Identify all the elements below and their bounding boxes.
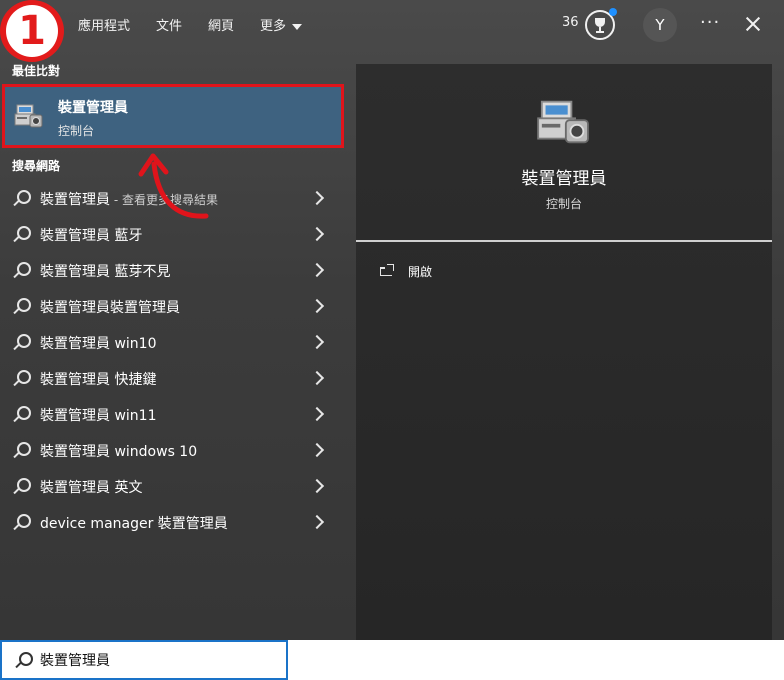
chevron-right-icon: [309, 334, 325, 350]
open-action[interactable]: 開啟: [356, 256, 772, 286]
best-match-name: 裝置管理員: [58, 100, 128, 116]
close-icon[interactable]: [742, 11, 764, 37]
web-result-item[interactable]: 裝置管理員裝置管理員: [0, 288, 344, 324]
top-bar: 1 應用程式 文件 網頁 更多 36 Y ···: [0, 0, 784, 62]
chevron-right-icon: [309, 478, 325, 494]
search-icon: [12, 334, 31, 352]
search-icon: [12, 478, 31, 496]
web-result-label: 裝置管理員: [40, 192, 110, 208]
web-search-heading: 搜尋網路: [12, 159, 61, 173]
chevron-right-icon: [309, 298, 325, 314]
web-result-label: 裝置管理員裝置管理員: [40, 300, 180, 316]
search-icon: [12, 226, 31, 244]
detail-title: 裝置管理員: [521, 169, 607, 189]
search-icon: [14, 652, 33, 670]
search-icon: [12, 190, 31, 208]
web-result-label: 裝置管理員 windows 10: [40, 444, 198, 460]
caret-down-icon: [292, 23, 303, 30]
rewards-points: 36: [562, 15, 579, 30]
detail-pane: 裝置管理員 控制台 開啟: [356, 64, 772, 640]
tab-apps[interactable]: 應用程式: [78, 15, 130, 34]
web-result-label: 裝置管理員 快捷鍵: [40, 372, 157, 388]
tab-documents[interactable]: 文件: [156, 15, 182, 34]
web-result-label: 裝置管理員 藍芽不見: [40, 264, 171, 280]
chevron-right-icon: [309, 190, 325, 206]
search-icon: [12, 406, 31, 424]
web-result-item[interactable]: device manager 裝置管理員: [0, 504, 344, 540]
chevron-right-icon: [309, 370, 325, 386]
search-icon: [12, 262, 31, 280]
web-result-item[interactable]: 裝置管理員 英文: [0, 468, 344, 504]
search-icon: [12, 370, 31, 388]
tab-web[interactable]: 網頁: [208, 15, 234, 34]
web-result-item[interactable]: 裝置管理員 藍芽不見: [0, 252, 344, 288]
search-panel: 1 應用程式 文件 網頁 更多 36 Y ··· 最佳比對 裝置管理員 控制台 …: [0, 0, 784, 640]
rewards-trophy-icon[interactable]: [585, 8, 617, 40]
best-match-heading: 最佳比對: [12, 64, 61, 78]
detail-subtitle: 控制台: [545, 197, 582, 211]
tab-more-label: 更多: [260, 19, 287, 34]
search-icon: [12, 442, 31, 460]
open-action-label: 開啟: [408, 265, 433, 279]
search-input[interactable]: [40, 649, 280, 671]
open-icon: [380, 264, 394, 276]
web-result-item[interactable]: 裝置管理員 win10: [0, 324, 344, 360]
web-result-item[interactable]: 裝置管理員 windows 10: [0, 432, 344, 468]
web-result-item[interactable]: 裝置管理員 win11: [0, 396, 344, 432]
search-box[interactable]: [0, 640, 288, 680]
device-manager-icon: [14, 104, 43, 128]
step-number: 1: [6, 5, 58, 57]
web-result-label: 裝置管理員 藍牙: [40, 228, 143, 244]
search-icon: [12, 514, 31, 532]
step-annotation-badge: 1: [0, 0, 64, 62]
annotation-arrow-icon: [138, 153, 209, 219]
more-options-icon[interactable]: ···: [700, 12, 720, 33]
best-match-result[interactable]: 裝置管理員 控制台: [2, 84, 344, 148]
web-result-item[interactable]: 裝置管理員 快捷鍵: [0, 360, 344, 396]
web-result-label: 裝置管理員 英文: [40, 480, 143, 496]
best-match-type: 控制台: [58, 124, 95, 138]
web-result-label: device manager 裝置管理員: [40, 516, 228, 532]
chevron-right-icon: [309, 442, 325, 458]
notification-dot: [609, 8, 617, 16]
chevron-right-icon: [309, 406, 325, 422]
web-result-label: 裝置管理員 win10: [40, 336, 157, 352]
tab-more[interactable]: 更多: [260, 15, 303, 34]
detail-divider: [356, 240, 772, 242]
chevron-right-icon: [309, 514, 325, 530]
user-avatar[interactable]: Y: [643, 8, 677, 42]
web-result-label: 裝置管理員 win11: [40, 408, 157, 424]
chevron-right-icon: [309, 262, 325, 278]
device-manager-icon: [537, 100, 589, 144]
search-icon: [12, 298, 31, 316]
chevron-right-icon: [309, 226, 325, 242]
